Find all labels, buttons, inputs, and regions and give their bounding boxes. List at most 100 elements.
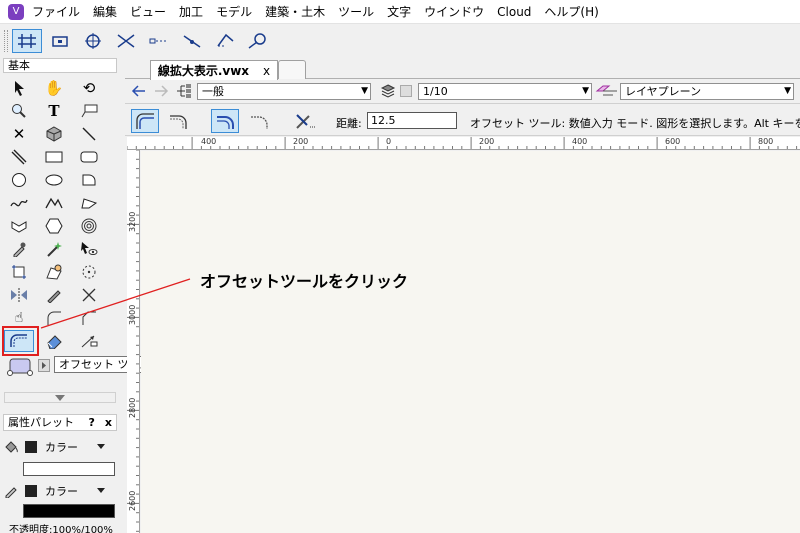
eyedropper-tool[interactable] [4, 238, 34, 260]
reshape-tool[interactable] [4, 261, 34, 283]
new-tab-button[interactable] [278, 60, 306, 79]
pan-tool[interactable]: ✋ [39, 77, 69, 99]
tool-flyout-arrow[interactable] [38, 359, 50, 372]
chamfer-tool[interactable] [74, 307, 104, 329]
dimension-tool[interactable] [74, 330, 104, 352]
arc-tool[interactable] [74, 169, 104, 191]
double-line-tool[interactable] [4, 146, 34, 168]
menu-modify[interactable]: 加工 [179, 3, 203, 20]
offset-by-distance-mode[interactable] [131, 109, 159, 133]
line-tool[interactable] [74, 123, 104, 145]
triangle-down-icon [55, 394, 65, 401]
scale-dropdown[interactable]: 1/10 ▼ [418, 83, 592, 100]
folded-shape-icon [11, 221, 27, 233]
menu-file[interactable]: ファイル [32, 3, 80, 20]
move-original-mode[interactable] [245, 109, 273, 133]
layer-options-button[interactable] [400, 85, 412, 97]
trim-tool[interactable] [74, 284, 104, 306]
help-button[interactable]: ? [89, 415, 95, 430]
menu-text[interactable]: 文字 [387, 3, 411, 20]
toolbar-grip[interactable] [4, 30, 8, 52]
distance-input[interactable]: 12.5 [367, 112, 457, 129]
polygon-tool[interactable] [74, 192, 104, 214]
spiral-tool[interactable] [74, 215, 104, 237]
duplicate-mode[interactable] [211, 109, 239, 133]
pen-color-preview[interactable] [23, 504, 115, 518]
mirror-icon [11, 288, 27, 302]
back-button[interactable] [131, 83, 147, 99]
drawing-canvas[interactable] [141, 151, 800, 533]
snap-to-tangent-button[interactable] [243, 29, 273, 53]
zoom-tool[interactable] [4, 100, 34, 122]
arrow-left-icon [131, 85, 145, 97]
offset-by-point-mode[interactable] [165, 109, 193, 133]
rounded-rectangle-icon [80, 151, 98, 163]
tab-close-button[interactable]: x [263, 64, 270, 78]
hierarchy-icon [177, 84, 191, 98]
mode-bar: 距離: 12.5 オフセット ツール: 数値入力 モード. 図形を選択します。A… [125, 106, 800, 136]
attribute-mapping-tool[interactable] [74, 238, 104, 260]
polyline-tool[interactable] [39, 192, 69, 214]
class-hierarchy-button[interactable] [175, 83, 193, 99]
fillet-tool[interactable] [39, 307, 69, 329]
fill-color-label[interactable]: カラー [45, 439, 78, 455]
regular-polygon-tool[interactable] [4, 215, 34, 237]
menu-help[interactable]: ヘルプ(H) [544, 3, 598, 20]
flyover-tool[interactable]: ⟲ [74, 77, 104, 99]
hexagon-tool[interactable] [39, 215, 69, 237]
mirror-tool[interactable] [74, 261, 104, 283]
freehand-tool[interactable] [4, 192, 34, 214]
fill-color-preview[interactable] [23, 462, 115, 476]
rectangle-tool[interactable] [39, 146, 69, 168]
selection-tool[interactable] [4, 77, 34, 99]
layer-stack-button[interactable] [380, 83, 396, 99]
pen-color-label[interactable]: カラー [45, 483, 78, 499]
snap-to-angle-button[interactable] [78, 29, 108, 53]
snap-to-grid-button[interactable] [12, 29, 42, 53]
wrench-pencil-icon [296, 114, 315, 129]
pen-swatch[interactable] [25, 485, 37, 497]
palette-expand-button[interactable] [4, 392, 116, 403]
layer-plane-dropdown[interactable]: レイヤプレーン ▼ [620, 83, 794, 100]
plane-button[interactable] [595, 83, 619, 99]
menu-window[interactable]: ウインドウ [424, 3, 484, 20]
split-tool[interactable] [39, 284, 69, 306]
view-bar: 一般 ▼ 1/10 ▼ レイヤプレーン ▼ [125, 80, 800, 104]
menu-model[interactable]: モデル [216, 3, 252, 20]
3d-locus-tool[interactable] [39, 123, 69, 145]
snap-to-distance-button[interactable] [144, 29, 174, 53]
visualization-tool[interactable] [39, 238, 69, 260]
ruler-label: 800 [758, 137, 774, 146]
rotate-tool[interactable] [39, 261, 69, 283]
smart-edge-button[interactable] [210, 29, 240, 53]
locus-tool[interactable]: ✕ [4, 123, 34, 145]
mirror-flip-tool[interactable] [4, 284, 34, 306]
menu-edit[interactable]: 編集 [93, 3, 117, 20]
offset-preferences-button[interactable] [291, 109, 319, 133]
forward-button[interactable] [153, 83, 169, 99]
snap-to-intersection-button[interactable] [111, 29, 141, 53]
layer-plane-value: レイヤプレーン [625, 85, 702, 98]
dropdown-arrow-icon[interactable] [96, 443, 106, 451]
tool-set-button[interactable] [4, 357, 36, 377]
class-dropdown[interactable]: 一般 ▼ [197, 83, 371, 100]
menu-view[interactable]: ビュー [130, 3, 166, 20]
menu-tools[interactable]: ツール [338, 3, 374, 20]
rounded-rectangle-tool[interactable] [74, 146, 104, 168]
attribute-title-text: 属性パレット [8, 416, 74, 429]
text-tool[interactable]: T [39, 100, 69, 122]
callout-tool[interactable] [74, 100, 104, 122]
dropdown-arrow-icon[interactable] [96, 487, 106, 495]
eraser-tool[interactable] [39, 330, 69, 352]
smart-point-button[interactable] [177, 29, 207, 53]
fill-attribute: カラー [3, 438, 117, 476]
fill-swatch[interactable] [25, 441, 37, 453]
menu-architecture[interactable]: 建築・土木 [265, 3, 325, 20]
menu-cloud[interactable]: Cloud [497, 5, 531, 19]
circle-tool[interactable] [4, 169, 34, 191]
oval-tool[interactable] [39, 169, 69, 191]
app-icon[interactable]: V [8, 3, 24, 20]
snap-to-object-button[interactable] [45, 29, 75, 53]
close-button[interactable]: x [105, 415, 112, 430]
document-tab[interactable]: 線拡大表示.vwx x [150, 60, 278, 80]
